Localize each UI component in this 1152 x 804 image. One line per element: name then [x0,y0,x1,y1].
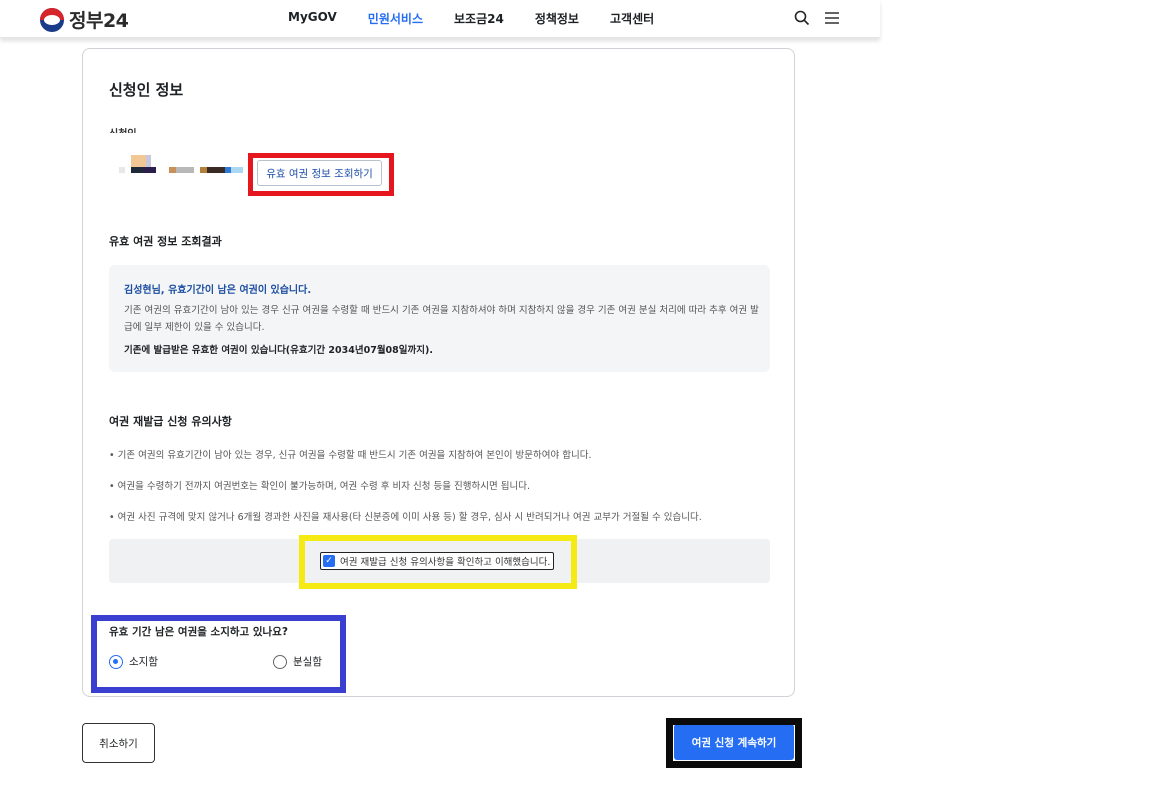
notice-item: • 여권을 수령하기 전까지 여권번호는 확인이 불가능하며, 여권 수령 후 … [109,481,531,492]
cancel-button[interactable]: 취소하기 [82,723,155,763]
nav-customer-center[interactable]: 고객센터 [610,10,654,27]
nav-civil-service[interactable]: 민원서비스 [368,10,423,27]
radio-option-possess[interactable]: 소지함 [109,654,158,669]
radio-label: 소지함 [129,656,158,668]
nav-subsidy[interactable]: 보조금24 [454,10,504,27]
menu-icon[interactable] [824,10,840,26]
radio-unselected-icon[interactable] [273,654,287,669]
agreement-box: ✓ 여권 재발급 신청 유의사항을 확인하고 이해했습니다. [109,539,770,583]
search-icon[interactable] [794,10,810,26]
page-title: 신청인 정보 [109,81,184,99]
notice-item: • 기존 여권의 유효기간이 남아 있는 경우, 신규 여권을 수령할 때 반드… [109,450,592,461]
result-description: 기존 여권의 유효기간이 남아 있는 경우 신규 여권을 수령할 때 반드시 기… [124,305,759,333]
nav-mygov[interactable]: MyGOV [288,10,337,27]
result-headline: 김성현님, 유효기간이 남은 여권이 있습니다. [124,285,312,296]
agreement-checkbox-label[interactable]: ✓ 여권 재발급 신청 유의사항을 확인하고 이해했습니다. [320,552,555,570]
notice-section-title: 여권 재발급 신청 유의사항 [109,415,232,428]
result-valid-passport-note: 기존에 발급받은 유효한 여권이 있습니다(유효기간 2034년07월08일까지… [124,345,433,356]
applicant-label: 신청인 [109,125,137,133]
radio-option-lost[interactable]: 분실함 [273,654,322,669]
continue-passport-application-button[interactable]: 여권 신청 계속하기 [674,724,794,760]
checkbox-checked-icon[interactable]: ✓ [323,555,335,567]
passport-result-box: 김성현님, 유효기간이 남은 여권이 있습니다. 기존 여권의 유효기간이 남아… [109,265,770,372]
taegeuk-logo-icon [40,7,64,32]
query-valid-passport-button[interactable]: 유효 여권 정보 조회하기 [257,160,382,186]
result-section-title: 유효 여권 정보 조회결과 [109,235,222,248]
notice-item: • 여권 사진 규격에 맞지 않거나 6개월 경과한 사진을 재사용(타 신분증… [109,512,702,523]
radio-label: 분실함 [293,656,322,668]
passport-possession-question: 유효 기간 남은 여권을 소지하고 있나요? [109,626,288,638]
site-header: 정부24 MyGOV 민원서비스 보조금24 정책정보 고객센터 [0,0,880,38]
logo-text: 정부24 [69,10,129,32]
gov24-logo[interactable]: 정부24 [40,6,129,33]
applicant-info-card: 신청인 정보 신청인 유효 여권 정보 조회하기 유효 여권 정보 조회결과 김… [82,48,795,697]
agreement-text: 여권 재발급 신청 유의사항을 확인하고 이해했습니다. [340,557,551,568]
radio-selected-icon[interactable] [109,654,123,669]
main-nav: MyGOV 민원서비스 보조금24 정책정보 고객센터 [288,10,685,27]
nav-policy[interactable]: 정책정보 [535,10,579,27]
